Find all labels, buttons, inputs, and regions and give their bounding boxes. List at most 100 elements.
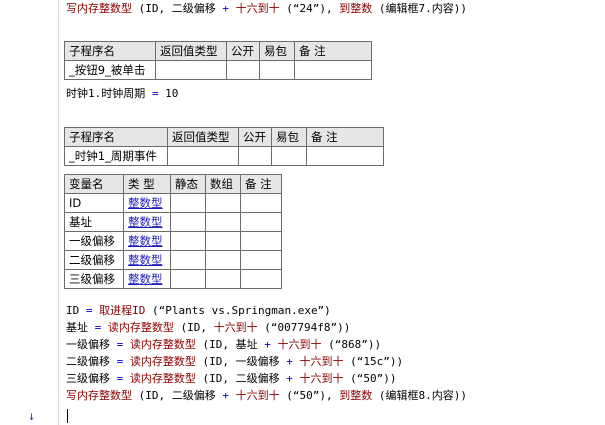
variable-row[interactable]: 基址 整数型 [64, 212, 282, 232]
remark-cell[interactable] [240, 269, 282, 289]
code-line[interactable]: 二级偏移 = 读内存整数型 (ID, 一级偏移 + 十六到十 (“15c”)) [66, 355, 403, 369]
array-cell[interactable] [205, 212, 241, 232]
function-token: 到整数 [339, 389, 373, 402]
code-text: (ID, 基址 [195, 338, 265, 351]
down-arrow-icon[interactable]: ↓ [28, 410, 35, 422]
header-cell: 静态 [170, 174, 206, 194]
operator-token: = [151, 87, 159, 100]
array-cell[interactable] [205, 231, 241, 251]
static-cell[interactable] [170, 193, 206, 213]
operator-token: + [286, 372, 293, 385]
variable-name[interactable]: 三级偏移 [64, 269, 124, 289]
header-cell: 变量名 [64, 174, 124, 194]
function-token: 读内存整数型 [123, 338, 196, 351]
code-text: (“868”)) [321, 338, 382, 351]
code-text: 二级偏移 [66, 355, 117, 368]
code-line[interactable]: 写内存整数型 (ID, 二级偏移 + 十六到十 (“24”), 到整数 (编辑框… [66, 2, 467, 16]
subroutine-row[interactable]: _按钮9_被单击 [64, 60, 372, 80]
variable-type-link[interactable]: 整数型 [123, 231, 171, 251]
code-text: (编辑框8.内容)) [372, 389, 467, 402]
subroutine-table: 子程序名 返回值类型 公开 易包 备 注 _按钮9_被单击 [64, 41, 372, 80]
operator-token: + [222, 2, 229, 15]
header-cell: 备 注 [240, 174, 282, 194]
code-text: (ID, 二级偏移 [132, 389, 223, 402]
header-cell: 公开 [226, 41, 260, 61]
static-cell[interactable] [170, 212, 206, 232]
code-line[interactable]: 一级偏移 = 读内存整数型 (ID, 基址 + 十六到十 (“868”)) [66, 338, 381, 352]
header-cell: 备 注 [306, 127, 384, 147]
code-text: (“50”)) [343, 372, 397, 385]
header-cell: 公开 [238, 127, 272, 147]
code-text: (ID, 二级偏移 [195, 372, 287, 385]
public-cell[interactable] [238, 146, 272, 166]
public-cell[interactable] [226, 60, 260, 80]
variable-name[interactable]: ID [64, 193, 124, 213]
function-token: 读内存整数型 [101, 321, 174, 334]
code-line[interactable]: 三级偏移 = 读内存整数型 (ID, 二级偏移 + 十六到十 (“50”)) [66, 372, 396, 386]
variable-type-link[interactable]: 整数型 [123, 250, 171, 270]
header-cell: 子程序名 [64, 127, 168, 147]
variable-header-row: 变量名 类 型 静态 数组 备 注 [64, 174, 282, 194]
code-text: (编辑框7.内容)) [372, 2, 467, 15]
code-line[interactable]: 时钟1.时钟周期 = 10 [66, 87, 178, 101]
operator-token: = [85, 304, 93, 317]
package-cell[interactable] [271, 146, 307, 166]
code-text: (“15c”)) [343, 355, 404, 368]
variable-row[interactable]: 一级偏移 整数型 [64, 231, 282, 251]
code-text: 10 [158, 87, 179, 100]
package-cell[interactable] [259, 60, 295, 80]
subroutine-header-row: 子程序名 返回值类型 公开 易包 备 注 [64, 41, 372, 61]
header-cell: 易包 [259, 41, 295, 61]
code-text: (ID, [173, 321, 214, 334]
function-token: 到整数 [339, 2, 373, 15]
variable-type-link[interactable]: 整数型 [123, 212, 171, 232]
remark-cell[interactable] [306, 146, 384, 166]
subroutine-name[interactable]: _按钮9_被单击 [64, 60, 156, 80]
subroutine-row[interactable]: _时钟1_周期事件 [64, 146, 384, 166]
array-cell[interactable] [205, 250, 241, 270]
static-cell[interactable] [170, 250, 206, 270]
subroutine-name[interactable]: _时钟1_周期事件 [64, 146, 168, 166]
code-line[interactable]: ID = 取进程ID (“Plants vs.Springman.exe”) [66, 304, 331, 318]
operator-token: + [222, 389, 229, 402]
array-cell[interactable] [205, 193, 241, 213]
variable-row[interactable]: 三级偏移 整数型 [64, 269, 282, 289]
return-type-cell[interactable] [155, 60, 227, 80]
code-text: (ID, 二级偏移 [132, 2, 223, 15]
code-line[interactable]: 基址 = 读内存整数型 (ID, 十六到十 (“007794f8”)) [66, 321, 350, 335]
code-text: ID [66, 304, 86, 317]
header-cell: 子程序名 [64, 41, 156, 61]
variable-type-link[interactable]: 整数型 [123, 269, 171, 289]
header-cell: 返回值类型 [155, 41, 227, 61]
array-cell[interactable] [205, 269, 241, 289]
code-line[interactable]: 写内存整数型 (ID, 二级偏移 + 十六到十 (“50”), 到整数 (编辑框… [66, 389, 467, 403]
static-cell[interactable] [170, 269, 206, 289]
variable-type-link[interactable]: 整数型 [123, 193, 171, 213]
variable-name[interactable]: 一级偏移 [64, 231, 124, 251]
function-token: 取进程ID [92, 304, 146, 317]
remark-cell[interactable] [240, 250, 282, 270]
remark-cell[interactable] [240, 212, 282, 232]
static-cell[interactable] [170, 231, 206, 251]
variable-row[interactable]: ID 整数型 [64, 193, 282, 213]
remark-cell[interactable] [294, 60, 372, 80]
variable-table: 变量名 类 型 静态 数组 备 注 ID 整数型 基址 整数型 一级偏移 整数型 二级偏移整… [64, 174, 282, 289]
variable-row[interactable]: 二级偏移 整数型 [64, 250, 282, 270]
variable-name[interactable]: 二级偏移 [64, 250, 124, 270]
return-type-cell[interactable] [167, 146, 239, 166]
code-text: (“24”), [279, 2, 340, 15]
function-token: 写内存整数型 [66, 389, 132, 402]
code-text: 一级偏移 [66, 338, 117, 351]
operator-token: + [286, 355, 293, 368]
operator-token: + [264, 338, 271, 351]
header-cell: 易包 [271, 127, 307, 147]
remark-cell[interactable] [240, 231, 282, 251]
code-text: 三级偏移 [66, 372, 117, 385]
code-text: 基址 [66, 321, 95, 334]
variable-name[interactable]: 基址 [64, 212, 124, 232]
header-cell: 数组 [205, 174, 241, 194]
header-cell: 类 型 [123, 174, 171, 194]
code-text: (“Plants vs.Springman.exe”) [145, 304, 331, 317]
remark-cell[interactable] [240, 193, 282, 213]
function-token: 读内存整数型 [123, 372, 196, 385]
